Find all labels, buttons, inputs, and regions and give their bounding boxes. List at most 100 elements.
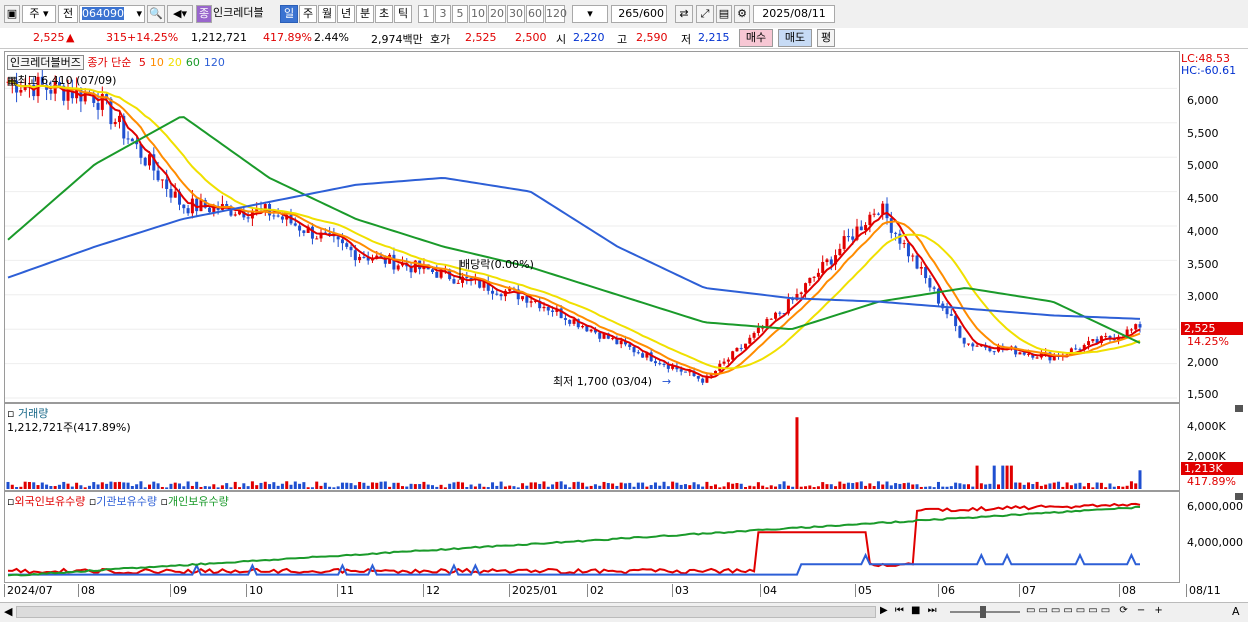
period-tab-2[interactable]: 월 (318, 5, 336, 23)
candle-body (919, 267, 923, 269)
code-value: 064090 (82, 7, 124, 20)
period-tab-6[interactable]: 틱 (394, 5, 412, 23)
candle-body (739, 347, 743, 349)
volume-bar (319, 485, 323, 489)
period-tab-1[interactable]: 주 (299, 5, 317, 23)
volume-bar (997, 484, 1000, 489)
volume-pane[interactable]: ▫ 거래량 1,212,721주(417.89%) (4, 403, 1180, 491)
candle-body (769, 318, 773, 320)
low-annotation: 최저 1,700 (03/04) (553, 375, 652, 388)
volume-bar (769, 485, 773, 489)
volume-bar (23, 481, 27, 489)
candle-body (160, 179, 164, 181)
minute-tab-6[interactable]: 60 (526, 5, 544, 23)
save-icon[interactable]: ▤ (716, 5, 732, 23)
volume-bar (426, 484, 430, 489)
candle-body (954, 315, 958, 327)
pane-close-icon[interactable] (1235, 405, 1243, 412)
volume-bar (280, 483, 284, 489)
last-pct-tag: 14.25% (1187, 335, 1229, 348)
volume-bar (1061, 486, 1065, 489)
sell-button[interactable]: 매도 (778, 29, 812, 47)
period-tab-0[interactable]: 일 (280, 5, 298, 23)
price-ytick: 4,000 (1187, 224, 1219, 238)
volume-bar (375, 482, 379, 489)
volume-bar (645, 486, 649, 489)
chart-type-select[interactable]: 주 ▾ (22, 5, 56, 23)
volume-bar (1001, 465, 1005, 489)
candle-body (945, 308, 949, 315)
period-tab-5[interactable]: 초 (375, 5, 393, 23)
volume-bar (1138, 470, 1142, 489)
candle-body (774, 312, 778, 319)
ma-legend: 5 10 20 60 120 (135, 56, 225, 69)
candle-body (598, 332, 602, 339)
volume-bar (696, 484, 700, 489)
minute-tab-1[interactable]: 3 (435, 5, 451, 23)
all-select[interactable]: 전 (58, 5, 78, 23)
candle-body (636, 352, 640, 354)
candle-body (225, 203, 229, 207)
holding-close-icon[interactable] (1235, 493, 1243, 500)
speaker-icon[interactable]: ◀▾ (167, 5, 193, 23)
zoom-handle[interactable] (980, 606, 986, 618)
volume-bar (508, 485, 512, 489)
candle-body (889, 218, 893, 233)
search-icon[interactable]: 🔍 (147, 5, 165, 23)
compare-icon[interactable]: ⇄ (675, 5, 693, 23)
interval-select[interactable]: ▾ (572, 5, 608, 23)
minute-tab-0[interactable]: 1 (418, 5, 434, 23)
x-label: 08 (1119, 584, 1136, 597)
volume-bar (1082, 486, 1086, 489)
minute-tab-4[interactable]: 20 (488, 5, 506, 23)
candle-body (683, 371, 687, 373)
foreign-line (7, 502, 1141, 575)
minute-tab-3[interactable]: 10 (469, 5, 487, 23)
candle-body (280, 216, 284, 220)
x-label: 08/11 (1186, 584, 1221, 597)
volume-bar (954, 482, 958, 489)
playback-controls[interactable]: ▶ ⏮ ■ ⏭ (880, 605, 939, 616)
volume-bar (748, 485, 752, 489)
code-input[interactable]: 064090 ▾ (79, 5, 145, 23)
period-tab-4[interactable]: 분 (356, 5, 374, 23)
volume-bar (568, 487, 572, 489)
volume-bar (756, 482, 760, 489)
volume-bar (924, 486, 928, 489)
candle-body (563, 318, 567, 320)
line-tool-icon[interactable]: ⤢ (696, 5, 714, 23)
scrollbar-track[interactable] (16, 606, 876, 618)
average-button[interactable]: 평 (817, 29, 835, 47)
volume-bar (945, 486, 949, 489)
minute-tab-5[interactable]: 30 (507, 5, 525, 23)
volume-bar (392, 482, 396, 489)
volume-bar (855, 482, 859, 489)
volume-bar (306, 487, 310, 489)
candle-body (821, 262, 825, 273)
volume-bar (448, 483, 452, 489)
volume-bar (353, 485, 357, 489)
date-input[interactable]: 2025/08/11 (753, 5, 835, 23)
low-arrow-icon: → (662, 375, 671, 388)
volume-bar (851, 483, 855, 489)
minute-tab-2[interactable]: 5 (452, 5, 468, 23)
period-tab-3[interactable]: 년 (337, 5, 355, 23)
minute-tab-7[interactable]: 120 (545, 5, 567, 23)
buy-button[interactable]: 매수 (739, 29, 773, 47)
price-pane[interactable]: 최저 1,700 (03/04) → 배당락(0.00%) 인크레더블버즈 종가 단… (4, 51, 1180, 403)
candle-body (936, 288, 940, 304)
candle-body (911, 255, 915, 257)
count-input[interactable]: 265/600 (611, 5, 667, 23)
candle-body (799, 292, 803, 294)
price-ytick: 3,500 (1187, 257, 1219, 271)
menu-icon[interactable]: ▣ (4, 5, 20, 23)
volume-bar (105, 483, 109, 489)
candle-body (186, 208, 190, 214)
volume-bar (409, 483, 413, 489)
tool-icons[interactable]: ▭▭▭▭▭▭▭ ⟳ − + (1026, 605, 1166, 616)
candle-body (246, 217, 250, 219)
gear-icon[interactable]: ⚙ (734, 5, 750, 23)
holding-pane[interactable]: ▫외국인보유수량 ▫기관보유수량 ▫개인보유수량 (4, 491, 1180, 583)
font-size-icon[interactable]: A (1232, 605, 1240, 618)
scroll-left-icon[interactable]: ◀ (4, 605, 14, 619)
